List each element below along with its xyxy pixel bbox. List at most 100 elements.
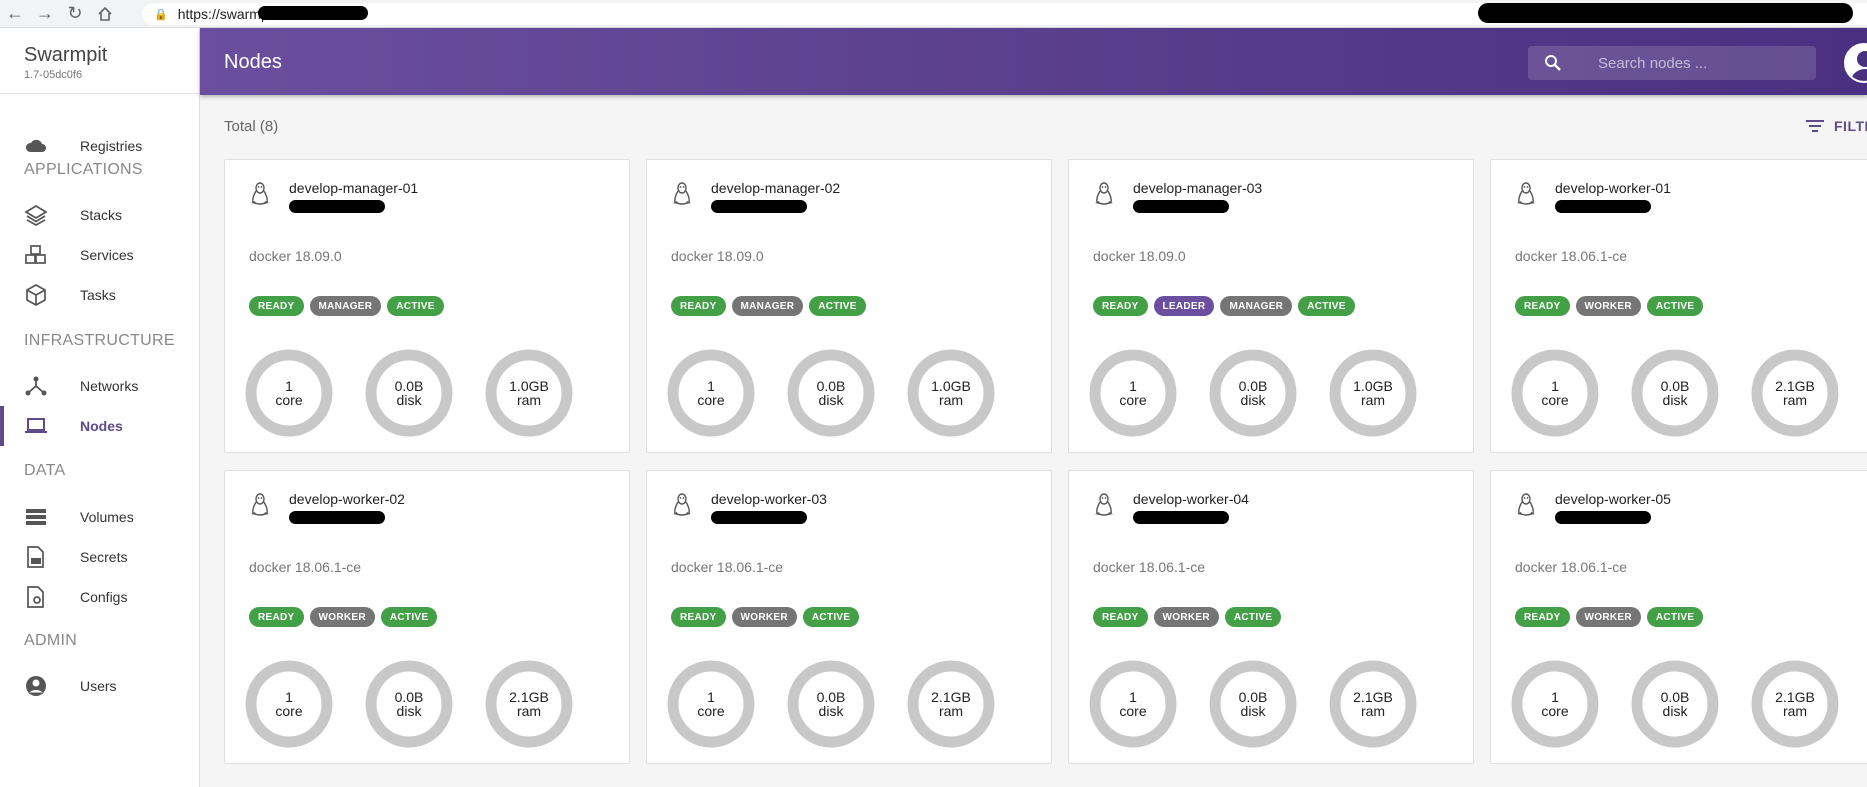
status-badge: ACTIVE xyxy=(1646,296,1704,316)
cpu-unit: core xyxy=(275,703,303,719)
filter-button[interactable]: FILTE xyxy=(1806,118,1867,134)
status-badge: ACTIVE xyxy=(802,607,860,627)
back-icon[interactable]: ← xyxy=(0,0,30,28)
cpu-value: 1 xyxy=(1129,689,1137,705)
ram-value: 2.1GB xyxy=(1775,378,1815,394)
sidebar-item-volumes[interactable]: Volumes xyxy=(0,497,200,537)
reload-icon[interactable]: ↻ xyxy=(60,0,90,28)
storage-icon xyxy=(24,505,48,529)
node-name[interactable]: develop-worker-01 xyxy=(1555,180,1671,196)
section-data: DATA xyxy=(24,462,66,479)
disk-gauge: 0.0B disk xyxy=(1209,660,1297,748)
ram-gauge: 2.1GB ram xyxy=(1751,349,1839,437)
node-name[interactable]: develop-worker-04 xyxy=(1133,491,1249,507)
linux-icon xyxy=(671,182,693,211)
avatar[interactable] xyxy=(1844,43,1867,83)
node-labels: READY MANAGER ACTIVE xyxy=(249,296,444,316)
engine-version: docker 18.09.0 xyxy=(249,248,342,264)
ram-unit: ram xyxy=(938,703,964,719)
disk-gauge: 0.0B disk xyxy=(1631,660,1719,748)
sidebar-item-stacks[interactable]: Stacks xyxy=(0,195,200,235)
cpu-gauge: 1 core xyxy=(1511,660,1599,748)
disk-gauge: 0.0B disk xyxy=(1209,349,1297,437)
disk-value: 0.0B xyxy=(1660,378,1690,394)
node-labels: READY WORKER ACTIVE xyxy=(1515,607,1704,627)
disk-unit: disk xyxy=(396,392,422,408)
status-badge: MANAGER xyxy=(309,296,382,316)
cpu-unit: core xyxy=(1541,392,1569,408)
cloud-icon xyxy=(24,134,48,158)
node-card[interactable]: develop-worker-05 docker 18.06.1-ce READY W… xyxy=(1490,470,1867,764)
disk-unit: disk xyxy=(1240,392,1266,408)
cpu-gauge: 1 core xyxy=(667,349,755,437)
cpu-value: 1 xyxy=(1551,378,1559,394)
cpu-gauge: 1 core xyxy=(245,660,333,748)
sidebar-item-services[interactable]: Services xyxy=(0,235,200,275)
node-labels: READY WORKER ACTIVE xyxy=(671,607,860,627)
layers-icon xyxy=(24,203,48,227)
node-card[interactable]: develop-worker-01 docker 18.06.1-ce READY W… xyxy=(1490,159,1867,453)
laptop-icon xyxy=(24,414,48,438)
engine-version: docker 18.06.1-ce xyxy=(671,559,784,575)
search-input[interactable] xyxy=(1598,46,1808,80)
node-name[interactable]: develop-worker-03 xyxy=(711,491,827,507)
sidebar-item-label: Services xyxy=(80,247,134,263)
linux-icon xyxy=(671,493,693,522)
node-name[interactable]: develop-manager-03 xyxy=(1133,180,1262,196)
node-labels: READY LEADER MANAGER ACTIVE xyxy=(1093,296,1355,316)
sidebar-item-nodes[interactable]: Nodes xyxy=(0,406,200,446)
status-badge: ACTIVE xyxy=(380,607,438,627)
status-badge: ACTIVE xyxy=(387,296,444,316)
section-applications: APPLICATIONS xyxy=(24,161,143,178)
cpu-value: 1 xyxy=(285,378,293,394)
search-box[interactable] xyxy=(1528,46,1816,80)
node-name[interactable]: develop-worker-05 xyxy=(1555,491,1671,507)
cpu-unit: core xyxy=(275,392,303,408)
sidebar-item-secrets[interactable]: Secrets xyxy=(0,537,200,577)
config-icon xyxy=(24,585,48,609)
status-badge: LEADER xyxy=(1153,296,1215,316)
node-name[interactable]: develop-manager-02 xyxy=(711,180,840,196)
redaction-mark xyxy=(1555,200,1651,213)
cpu-value: 1 xyxy=(707,689,715,705)
node-card[interactable]: develop-worker-04 docker 18.06.1-ce READY W… xyxy=(1068,470,1474,764)
disk-unit: disk xyxy=(818,703,844,719)
disk-unit: disk xyxy=(818,392,844,408)
ram-gauge: 2.1GB ram xyxy=(1329,660,1417,748)
cpu-value: 1 xyxy=(285,689,293,705)
sidebar-item-networks[interactable]: Networks xyxy=(0,366,200,406)
status-badge: READY xyxy=(1093,607,1148,627)
disk-gauge: 0.0B disk xyxy=(365,660,453,748)
status-badge: ACTIVE xyxy=(1298,296,1355,316)
home-icon[interactable] xyxy=(90,0,120,28)
sidebar-item-configs[interactable]: Configs xyxy=(0,577,200,617)
cpu-value: 1 xyxy=(1551,689,1559,705)
forward-icon[interactable]: → xyxy=(30,0,60,28)
disk-unit: disk xyxy=(396,703,422,719)
status-badge: ACTIVE xyxy=(809,296,866,316)
node-card[interactable]: develop-worker-03 docker 18.06.1-ce READY W… xyxy=(646,470,1052,764)
node-card[interactable]: develop-manager-01 docker 18.09.0 READY MAN… xyxy=(224,159,630,453)
sidebar-item-tasks[interactable]: Tasks xyxy=(0,275,200,315)
ram-unit: ram xyxy=(1360,703,1386,719)
linux-icon xyxy=(1515,493,1537,522)
ram-unit: ram xyxy=(516,392,542,408)
node-card[interactable]: develop-worker-02 docker 18.06.1-ce READY W… xyxy=(224,470,630,764)
cpu-unit: core xyxy=(1119,703,1147,719)
status-badge: READY xyxy=(1515,607,1570,627)
node-card[interactable]: develop-manager-02 docker 18.09.0 READY MAN… xyxy=(646,159,1052,453)
redaction-mark xyxy=(711,200,807,213)
status-badge: WORKER xyxy=(731,607,797,627)
node-name[interactable]: develop-worker-02 xyxy=(289,491,405,507)
disk-value: 0.0B xyxy=(1238,378,1268,394)
engine-version: docker 18.09.0 xyxy=(671,248,764,264)
node-labels: READY WORKER ACTIVE xyxy=(1093,607,1282,627)
ram-value: 1.0GB xyxy=(1353,378,1393,394)
node-card[interactable]: develop-manager-03 docker 18.09.0 READY LEA… xyxy=(1068,159,1474,453)
sidebar-item-registries[interactable]: Registries xyxy=(0,126,200,166)
cpu-gauge: 1 core xyxy=(245,349,333,437)
browser-toolbar: ← → ↻ 🔒 https://swarmpit. xyxy=(0,0,1867,28)
node-name[interactable]: develop-manager-01 xyxy=(289,180,418,196)
sidebar-item-users[interactable]: Users xyxy=(0,666,200,706)
linux-icon xyxy=(1093,493,1115,522)
